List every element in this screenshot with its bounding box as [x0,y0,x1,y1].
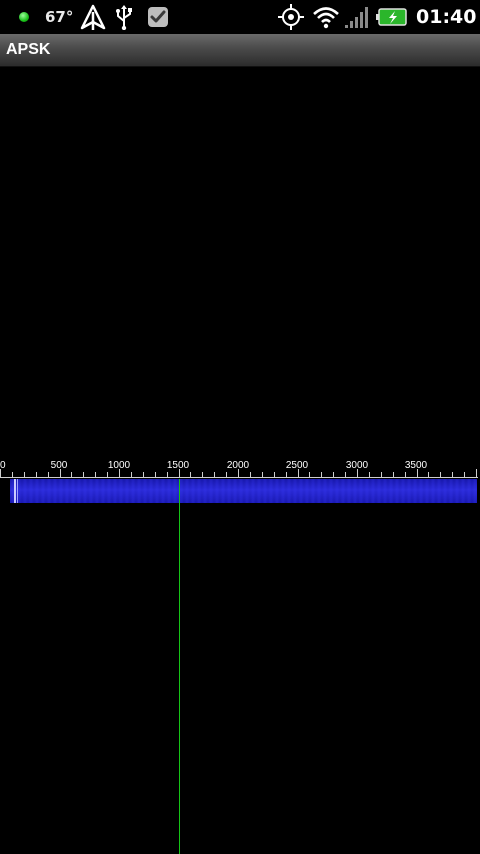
scale-tick [202,472,203,477]
scale-tick [440,472,441,477]
battery-charging-icon [376,0,408,34]
scale-tick [131,472,132,477]
scale-tick [298,469,299,477]
tuning-cursor[interactable] [179,479,180,854]
clock-time: 01:40 [416,6,477,28]
scale-tick [119,469,120,477]
navigation-arrow-icon [80,0,106,34]
scale-tick [286,472,287,477]
scale-tick [107,472,108,477]
usb-icon [114,0,134,34]
scale-tick [417,469,418,477]
scale-tick [250,472,251,477]
waterfall-peak-mark [17,479,18,503]
scale-tick [226,472,227,477]
app-title: APSK [6,41,51,58]
scale-tick [167,472,168,477]
scale-tick [155,472,156,477]
scale-tick [83,472,84,477]
scale-label-2500: 2500 [285,460,309,471]
waterfall-display[interactable] [10,479,477,503]
scale-tick [405,472,406,477]
scale-tick [452,472,453,477]
scale-tick [381,472,382,477]
scale-tick [12,472,13,477]
scale-tick [71,472,72,477]
scale-tick [333,472,334,477]
app-title-bar: APSK [0,34,480,67]
gps-crosshair-icon [278,0,304,34]
scale-tick [428,472,429,477]
scale-tick [238,469,239,477]
scale-tick [214,472,215,477]
scale-tick [179,469,180,477]
frequency-scale: 0 500 1000 1500 2000 2500 3000 3500 [0,455,480,479]
scale-tick [143,472,144,477]
scale-tick [464,472,465,477]
checkbox-icon [147,0,169,34]
waterfall-peak-mark [14,479,16,503]
scale-tick [190,472,191,477]
scale-tick [95,472,96,477]
scale-label-1500: 1500 [166,460,190,471]
scale-tick [357,469,358,477]
notification-dot-icon [19,0,29,34]
scale-tick [345,472,346,477]
scale-tick [0,469,1,477]
wifi-icon [312,0,340,34]
scale-tick [321,472,322,477]
signal-bars-icon [344,0,370,34]
scale-tick [24,472,25,477]
temperature-text: 67° [45,8,74,26]
scale-tick [369,472,370,477]
scale-tick [36,472,37,477]
scale-tick [262,472,263,477]
status-bar: 67° 01:40 [0,0,480,34]
scale-tick [309,472,310,477]
scale-tick [60,469,61,477]
scale-baseline [0,477,478,478]
scale-tick [476,469,477,477]
scale-tick [48,472,49,477]
scale-label-500: 500 [50,460,68,471]
scale-label-3500: 3500 [404,460,428,471]
scale-tick [274,472,275,477]
scale-tick [393,472,394,477]
